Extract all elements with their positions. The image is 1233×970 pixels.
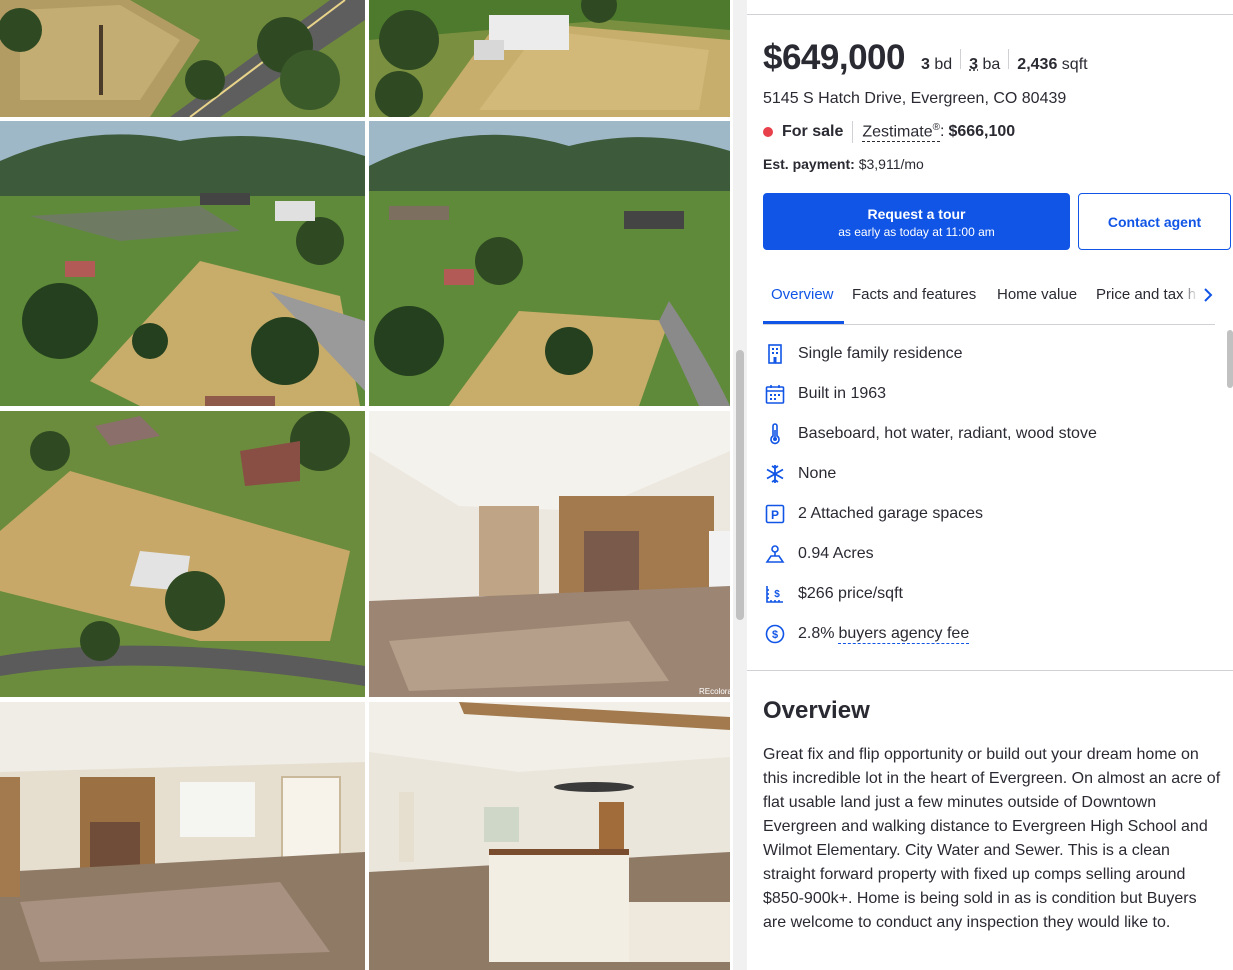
price-row: $649,000 3 bd 3 ba 2,436 sqft xyxy=(763,38,1088,78)
active-tab-indicator xyxy=(763,321,844,324)
fact-text: $266 price/sqft xyxy=(798,585,903,602)
fact-separator xyxy=(960,49,962,69)
chevron-right-icon[interactable] xyxy=(1201,286,1215,304)
baths-unit: ba xyxy=(982,56,1001,73)
price-per-sqft-icon: $ xyxy=(763,582,787,606)
facts-scrollbar-thumb[interactable] xyxy=(1227,330,1233,388)
calendar-icon xyxy=(763,382,787,406)
fact-row-price-per-sqft: $ $266 price/sqft xyxy=(763,580,903,608)
facts-scrollbar[interactable] xyxy=(1227,330,1233,660)
gallery-scrollbar[interactable] xyxy=(733,0,747,970)
fact-text: None xyxy=(798,465,837,482)
fact-row-buyers-fee: $ 2.8% buyers agency fee xyxy=(763,620,970,648)
status-row: For sale Zestimate®: $666,100 xyxy=(763,121,1015,143)
sqft-unit: sqft xyxy=(1061,56,1088,73)
beds-fact: 3 bd xyxy=(921,56,952,74)
tab-facts-and-features[interactable]: Facts and features xyxy=(852,286,976,303)
fact-separator xyxy=(1008,49,1010,69)
photo-dining-room[interactable] xyxy=(369,702,730,970)
fact-text: Single family residence xyxy=(798,345,963,362)
request-tour-button[interactable]: Request a tour as early as today at 11:0… xyxy=(763,193,1070,250)
beds-count: 3 xyxy=(920,56,930,73)
svg-text:$: $ xyxy=(772,629,778,641)
snowflake-icon xyxy=(763,462,787,486)
est-payment[interactable]: Est. payment: $3,911/mo xyxy=(763,156,924,172)
photo-aerial-valley[interactable] xyxy=(0,121,365,406)
fact-text: 0.94 Acres xyxy=(798,545,874,562)
contact-agent-button[interactable]: Contact agent xyxy=(1078,193,1231,250)
status-dot-icon xyxy=(763,127,773,137)
tab-home-value[interactable]: Home value xyxy=(997,286,1077,303)
zestimate-colon: : xyxy=(939,123,945,140)
overview-heading: Overview xyxy=(763,697,870,724)
fact-row-year-built: Built in 1963 xyxy=(763,380,886,408)
beds-unit: bd xyxy=(934,56,953,73)
request-tour-subtext: as early as today at 11:00 am xyxy=(838,225,995,239)
photo-aerial-house[interactable] xyxy=(369,0,730,117)
fact-row-lot-size: 0.94 Acres xyxy=(763,540,874,568)
status-separator xyxy=(852,121,854,143)
request-tour-label: Request a tour xyxy=(867,206,966,222)
sqft-fact: 2,436 sqft xyxy=(1017,56,1087,74)
section-tabs: Overview Facts and features Home value P… xyxy=(763,268,1215,325)
gallery-scrollbar-thumb[interactable] xyxy=(736,350,744,620)
fact-row-parking: P 2 Attached garage spaces xyxy=(763,500,983,528)
listing-panel: $649,000 3 bd 3 ba 2,436 sqft 5145 S Hat… xyxy=(747,0,1233,970)
zestimate-label: Zestimate xyxy=(862,123,933,141)
baths-count: 3 xyxy=(969,56,979,73)
photo-living-room-fireplace[interactable]: REcolorado xyxy=(369,411,730,697)
photo-living-room-door[interactable] xyxy=(0,702,365,970)
photo-aerial-valley-2[interactable] xyxy=(369,121,730,406)
section-divider xyxy=(747,670,1233,671)
thermometer-icon xyxy=(763,422,787,446)
lot-size-icon xyxy=(763,542,787,566)
fact-row-heating: Baseboard, hot water, radiant, wood stov… xyxy=(763,420,1097,448)
sqft-count: 2,436 xyxy=(1017,56,1058,73)
photo-aerial-lot[interactable] xyxy=(0,411,365,697)
status-label: For sale xyxy=(782,123,844,140)
fact-row-cooling: None xyxy=(763,460,836,488)
tab-overview[interactable]: Overview xyxy=(771,286,834,303)
photo-watermark: REcolorado xyxy=(699,687,730,696)
listing-address: 5145 S Hatch Drive, Evergreen, CO 80439 xyxy=(763,90,1067,107)
svg-text:P: P xyxy=(771,508,779,522)
svg-text:$: $ xyxy=(774,589,780,600)
listing-price: $649,000 xyxy=(763,38,905,77)
fact-text: 2.8% xyxy=(798,625,835,642)
photo-aerial-street[interactable] xyxy=(0,0,365,117)
building-icon xyxy=(763,342,787,366)
zestimate-registered: ® xyxy=(932,121,940,133)
buyers-agency-fee-link[interactable]: buyers agency fee xyxy=(838,625,970,644)
fact-text: 2 Attached garage spaces xyxy=(798,505,984,522)
baths-fact[interactable]: 3 ba xyxy=(969,56,1000,74)
overview-description: Great fix and flip opportunity or build … xyxy=(763,746,1221,931)
est-payment-value: $3,911/mo xyxy=(858,156,924,172)
top-divider xyxy=(747,14,1233,15)
parking-icon: P xyxy=(763,502,787,526)
dollar-circle-icon: $ xyxy=(763,622,787,646)
est-payment-label: Est. payment: xyxy=(763,156,855,172)
zestimate-value: $666,100 xyxy=(948,123,1016,140)
fact-row-home-type: Single family residence xyxy=(763,340,963,368)
zestimate-link[interactable]: Zestimate® xyxy=(862,121,940,143)
fact-text: Baseboard, hot water, radiant, wood stov… xyxy=(798,425,1097,442)
photo-gallery: REcolorado xyxy=(0,0,730,970)
fact-text: Built in 1963 xyxy=(798,385,887,402)
